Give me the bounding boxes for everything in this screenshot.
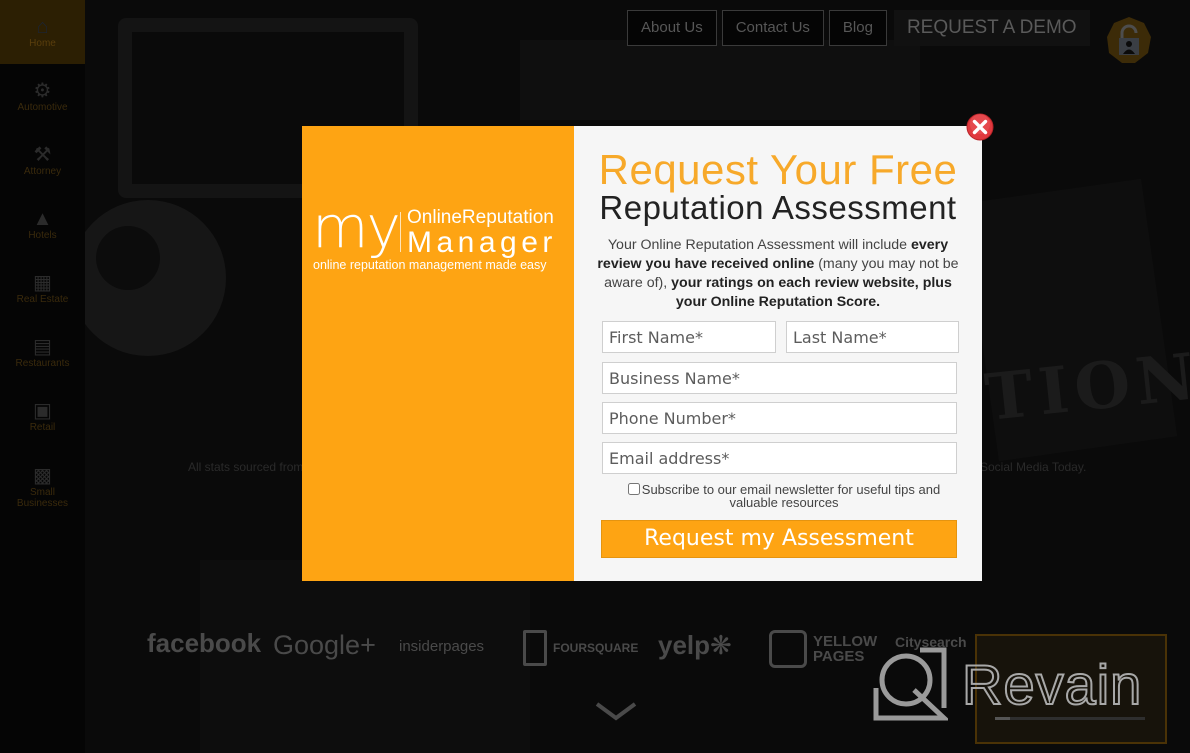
foursquare-label: FOURSQUARE: [553, 641, 639, 655]
restaurant-icon: ▤: [33, 335, 52, 358]
description-bold: your ratings on each review website, plu…: [671, 275, 952, 310]
sidebar-item-attorney[interactable]: ⚒ Attorney: [0, 128, 85, 192]
scroll-down-chevron-icon[interactable]: [595, 700, 637, 722]
sidebar-item-real-estate[interactable]: ▦ Real Estate: [0, 256, 85, 320]
subscribe-option[interactable]: Subscribe to our email newsletter for us…: [609, 483, 959, 509]
home-icon: ⌂: [36, 15, 49, 38]
sidebar-item-label: Home: [29, 37, 56, 49]
revain-watermark: Revain: [872, 646, 1142, 722]
top-navigation: About Us Contact Us Blog REQUEST A DEMO: [627, 10, 1090, 46]
assessment-modal: my OnlineReputation Manager online reput…: [302, 126, 982, 581]
subscribe-checkbox[interactable]: [627, 483, 640, 495]
buildings-icon: ▦: [33, 271, 52, 294]
revain-logo-icon: [873, 647, 948, 721]
brand-tagline: online reputation management made easy: [313, 258, 547, 272]
sidebar-item-label: Automotive: [17, 101, 68, 113]
sidebar-item-restaurants[interactable]: ▤ Restaurants: [0, 320, 85, 384]
business-name-input[interactable]: [602, 362, 957, 394]
sidebar-item-retail[interactable]: ▣ Retail: [0, 384, 85, 448]
cart-icon: ▣: [33, 399, 52, 422]
first-name-input[interactable]: [602, 321, 776, 353]
storefront-icon: ▩: [33, 465, 52, 487]
google-plus-logo: Google+: [273, 630, 376, 660]
sidebar-item-label: Real Estate: [16, 293, 69, 305]
hotel-icon: ▲: [32, 207, 53, 230]
insiderpages-logo: insiderpages: [399, 638, 485, 655]
gavel-icon: ⚒: [33, 143, 52, 166]
assessment-form: Request Your Free Reputation Assessment …: [574, 126, 982, 581]
lock-user-icon[interactable]: [1105, 16, 1153, 64]
sidebar: ⌂ Home ⚙ Automotive ⚒ Attorney ▲ Hotels …: [0, 0, 85, 753]
sidebar-item-home[interactable]: ⌂ Home: [0, 0, 85, 64]
subscribe-label: Subscribe to our email newsletter for us…: [641, 482, 941, 510]
brand-divider: [400, 212, 401, 252]
sidebar-item-label: Attorney: [23, 165, 62, 177]
sidebar-item-small-businesses[interactable]: ▩ Small Businesses: [0, 452, 85, 522]
email-input[interactable]: [602, 442, 957, 474]
background-stats-right: Social Media Today.: [980, 460, 1087, 474]
sidebar-item-hotels[interactable]: ▲ Hotels: [0, 192, 85, 256]
sidebar-item-automotive[interactable]: ⚙ Automotive: [0, 64, 85, 128]
brand-online-reputation: OnlineReputation: [407, 207, 554, 228]
yellow-pages-label: YELLOW PAGES: [813, 634, 877, 664]
modal-title: Request Your Free: [598, 146, 958, 193]
yelp-burst-icon: ❋: [710, 630, 732, 660]
brand-my: my: [312, 193, 401, 261]
foursquare-icon: [523, 630, 547, 666]
sidebar-item-label: Retail: [29, 421, 56, 433]
background-disc-center: [96, 226, 160, 290]
background-image-panel: [520, 40, 920, 120]
gears-icon: ⚙: [33, 79, 52, 102]
modal-subtitle: Reputation Assessment: [599, 189, 957, 226]
yellow-pages-line2: PAGES: [813, 648, 865, 665]
yelp-logo: yelp❋: [658, 630, 732, 661]
yellow-pages-logo: YELLOW PAGES: [769, 630, 877, 668]
nav-about-us[interactable]: About Us: [627, 10, 717, 46]
sidebar-item-label: Restaurants: [15, 357, 70, 369]
yelp-label: yelp: [658, 630, 711, 660]
modal-description: Your Online Reputation Assessment will i…: [596, 236, 960, 312]
description-text: Your Online Reputation Assessment will i…: [607, 237, 911, 253]
nav-blog[interactable]: Blog: [828, 10, 887, 46]
sidebar-item-label: Hotels: [28, 229, 57, 241]
phone-number-input[interactable]: [602, 402, 957, 434]
close-icon[interactable]: [966, 113, 994, 141]
facebook-logo: facebook: [147, 628, 262, 658]
last-name-input[interactable]: [786, 321, 959, 353]
nav-contact-us[interactable]: Contact Us: [721, 10, 824, 46]
brand-manager: Manager: [407, 226, 557, 259]
foursquare-logo: FOURSQUARE: [523, 630, 638, 666]
request-assessment-button[interactable]: Request my Assessment: [601, 520, 957, 558]
revain-watermark-text: Revain: [961, 652, 1143, 717]
background-stats-left: All stats sourced from: [188, 460, 304, 474]
yellow-pages-icon: [769, 630, 807, 668]
request-demo-button[interactable]: REQUEST A DEMO: [893, 10, 1090, 46]
sidebar-item-label: Small Businesses: [16, 487, 69, 509]
modal-brand-panel: my OnlineReputation Manager online reput…: [302, 126, 574, 581]
